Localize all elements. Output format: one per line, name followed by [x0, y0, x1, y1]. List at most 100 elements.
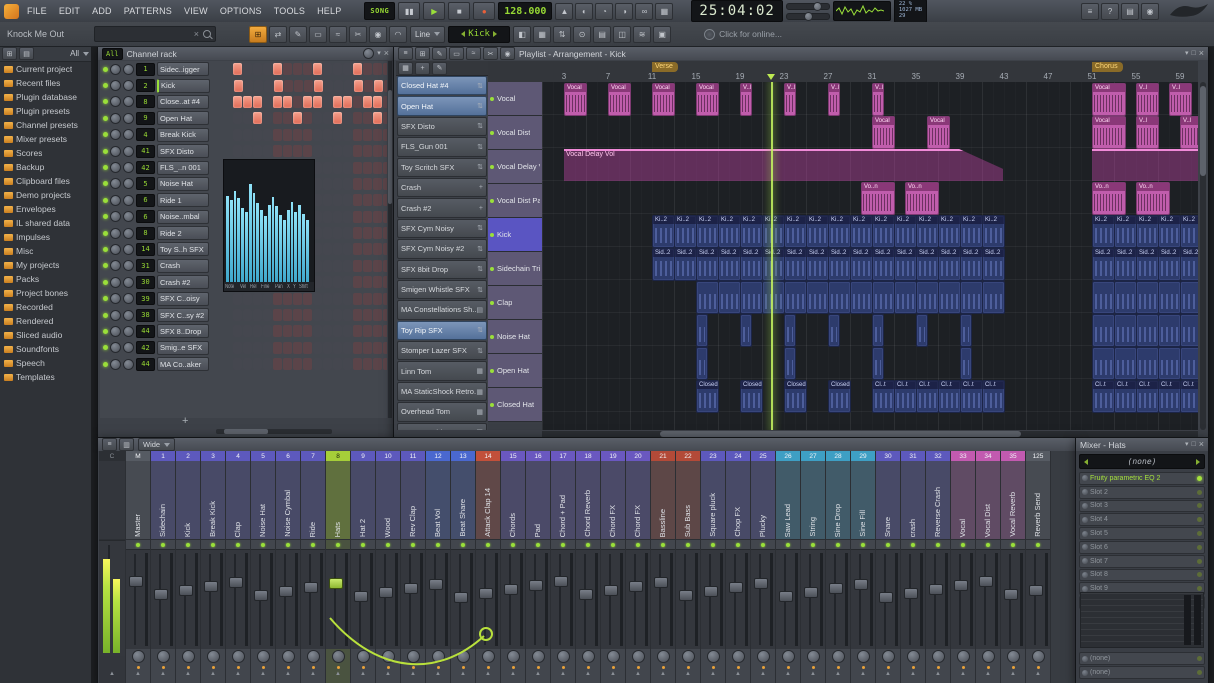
step-cell[interactable] — [353, 259, 362, 272]
channel-button[interactable]: Open Hat — [157, 111, 209, 126]
fx-slot-knob[interactable] — [1082, 571, 1088, 578]
channel-volume-knob[interactable] — [123, 80, 134, 92]
step-cell[interactable] — [263, 341, 272, 354]
channel-button[interactable]: FLS_..n 001 — [157, 160, 209, 175]
mixer-strip-beat-share[interactable]: 13 Beat Share — [451, 451, 476, 683]
playlist-track-vocal-delay-vol[interactable]: Vocal Delay Vol — [488, 150, 542, 184]
channel-mute-led[interactable] — [103, 279, 108, 285]
strip-enable-led[interactable] — [201, 540, 225, 549]
step-cell[interactable] — [303, 112, 312, 125]
audio-clip[interactable]: Vo..n — [1092, 182, 1126, 215]
step-cell[interactable] — [363, 358, 372, 371]
browser-item-current-project[interactable]: Current project — [0, 62, 91, 76]
track-enable-led[interactable] — [490, 232, 494, 237]
dual-view-icon[interactable]: ◫ — [613, 25, 632, 43]
step-cell[interactable] — [353, 243, 362, 256]
strip-route-arrow[interactable] — [401, 671, 425, 683]
channel-pan-knob[interactable] — [110, 112, 121, 124]
pattern-clip[interactable] — [872, 314, 884, 347]
step-cell[interactable] — [243, 325, 252, 338]
step-cell[interactable] — [383, 161, 387, 174]
mixer-strip-chords[interactable]: 15 Chords — [501, 451, 526, 683]
record-arm-dot[interactable] — [551, 664, 575, 671]
fader-handle[interactable] — [779, 590, 793, 602]
step-cell[interactable] — [373, 276, 382, 289]
step-cell[interactable] — [353, 145, 362, 158]
step-cell[interactable] — [253, 325, 262, 338]
pattern-clip[interactable]: Ki..2 — [1092, 215, 1115, 248]
pattern-clip[interactable] — [938, 281, 961, 314]
strip-enable-led[interactable] — [176, 540, 200, 549]
detail-list-icon[interactable]: ▤ — [593, 25, 612, 43]
fader-handle[interactable] — [379, 586, 393, 598]
fx-slot-led[interactable] — [1197, 558, 1202, 564]
pattern-clip[interactable]: Ki..2 — [784, 215, 807, 248]
fader-handle[interactable] — [804, 586, 818, 598]
channel-button[interactable]: Sidec..igger — [157, 62, 209, 77]
graph-target-vel[interactable]: Vel — [240, 284, 246, 290]
browser-item-backup[interactable]: Backup — [0, 160, 91, 174]
audio-clip[interactable]: Vocal — [1092, 83, 1126, 116]
step-cell[interactable] — [253, 341, 262, 354]
fx-slot-led[interactable] — [1197, 586, 1202, 592]
menu-patterns[interactable]: PATTERNS — [119, 6, 177, 16]
fader-handle[interactable] — [279, 585, 293, 597]
fx-slot-led[interactable] — [1197, 544, 1202, 550]
strip-enable-led[interactable] — [426, 540, 450, 549]
channel-mute-led[interactable] — [103, 99, 108, 105]
step-cell[interactable] — [283, 309, 292, 322]
mixer-strip-wood[interactable]: 10 Wood — [376, 451, 401, 683]
settings-icon[interactable]: ≡ — [1081, 2, 1099, 20]
playlist-titlebar[interactable]: ≡ ⊞ ✎ ▭ ≈ ✂ ◉ Playlist - Arrangement - Kick — [394, 47, 1208, 60]
step-cell[interactable] — [373, 341, 382, 354]
pattern-clip[interactable] — [1092, 347, 1115, 380]
strip-pan-knob[interactable] — [1031, 650, 1045, 663]
pattern-clip[interactable]: Cl..t — [1158, 380, 1181, 413]
step-cell[interactable] — [274, 79, 283, 92]
step-cell[interactable] — [383, 194, 387, 207]
pattern-clip[interactable] — [960, 314, 972, 347]
channel-mute-led[interactable] — [103, 312, 108, 318]
channel-button[interactable]: Crash #2 — [157, 275, 209, 290]
track-enable-led[interactable] — [490, 334, 494, 339]
pattern-clip[interactable] — [828, 281, 851, 314]
record-arm-dot[interactable] — [401, 664, 425, 671]
step-cell[interactable] — [343, 194, 352, 207]
strip-pan-knob[interactable] — [431, 650, 445, 663]
record-arm-dot[interactable] — [826, 664, 850, 671]
channel-mute-led[interactable] — [103, 328, 108, 334]
channel-mute-led[interactable] — [103, 361, 108, 367]
fx-slot-knob[interactable] — [1082, 502, 1088, 509]
graph-bar[interactable] — [286, 210, 290, 282]
step-cell[interactable] — [383, 128, 387, 141]
picker-item-toy-scritch-sfx[interactable]: Toy Scritch SFX ⇅ — [397, 157, 487, 177]
fader-handle[interactable] — [329, 577, 343, 589]
browser-collapse-icon[interactable]: ⊞ — [2, 47, 17, 60]
fader-handle[interactable] — [179, 584, 193, 596]
graph-bar[interactable] — [256, 202, 260, 282]
channel-pan-knob[interactable] — [110, 211, 121, 223]
strip-route-arrow[interactable] — [601, 671, 625, 683]
fader-handle[interactable] — [1004, 588, 1018, 600]
mixer-strip-reverb-send[interactable]: 125 Reverb Send — [1026, 451, 1051, 683]
step-cell[interactable] — [263, 358, 272, 371]
channel-mute-led[interactable] — [103, 66, 108, 72]
step-cell[interactable] — [383, 227, 387, 240]
step-cell[interactable] — [273, 325, 282, 338]
step-cell[interactable] — [273, 145, 282, 158]
audio-clip[interactable]: Vo..n — [1136, 182, 1170, 215]
mixer-strip-hats[interactable]: 8 Hats — [326, 451, 351, 683]
step-cell[interactable] — [273, 309, 282, 322]
channel-pan-knob[interactable] — [110, 63, 121, 75]
playlist-track-vocal-dist-pan[interactable]: Vocal Dist Pan — [488, 184, 542, 218]
step-cell[interactable] — [353, 358, 362, 371]
fader-handle[interactable] — [654, 576, 668, 588]
rack-filter[interactable]: All — [102, 47, 123, 60]
fx-slot-knob[interactable] — [1082, 544, 1088, 551]
pattern-clip[interactable]: Sid..2 — [938, 248, 961, 281]
strip-route-arrow[interactable] — [376, 671, 400, 683]
step-cell[interactable] — [373, 161, 382, 174]
strip-fader[interactable] — [951, 549, 975, 649]
channel-volume-knob[interactable] — [123, 63, 134, 75]
playlist-track-kick[interactable]: Kick — [488, 218, 542, 252]
